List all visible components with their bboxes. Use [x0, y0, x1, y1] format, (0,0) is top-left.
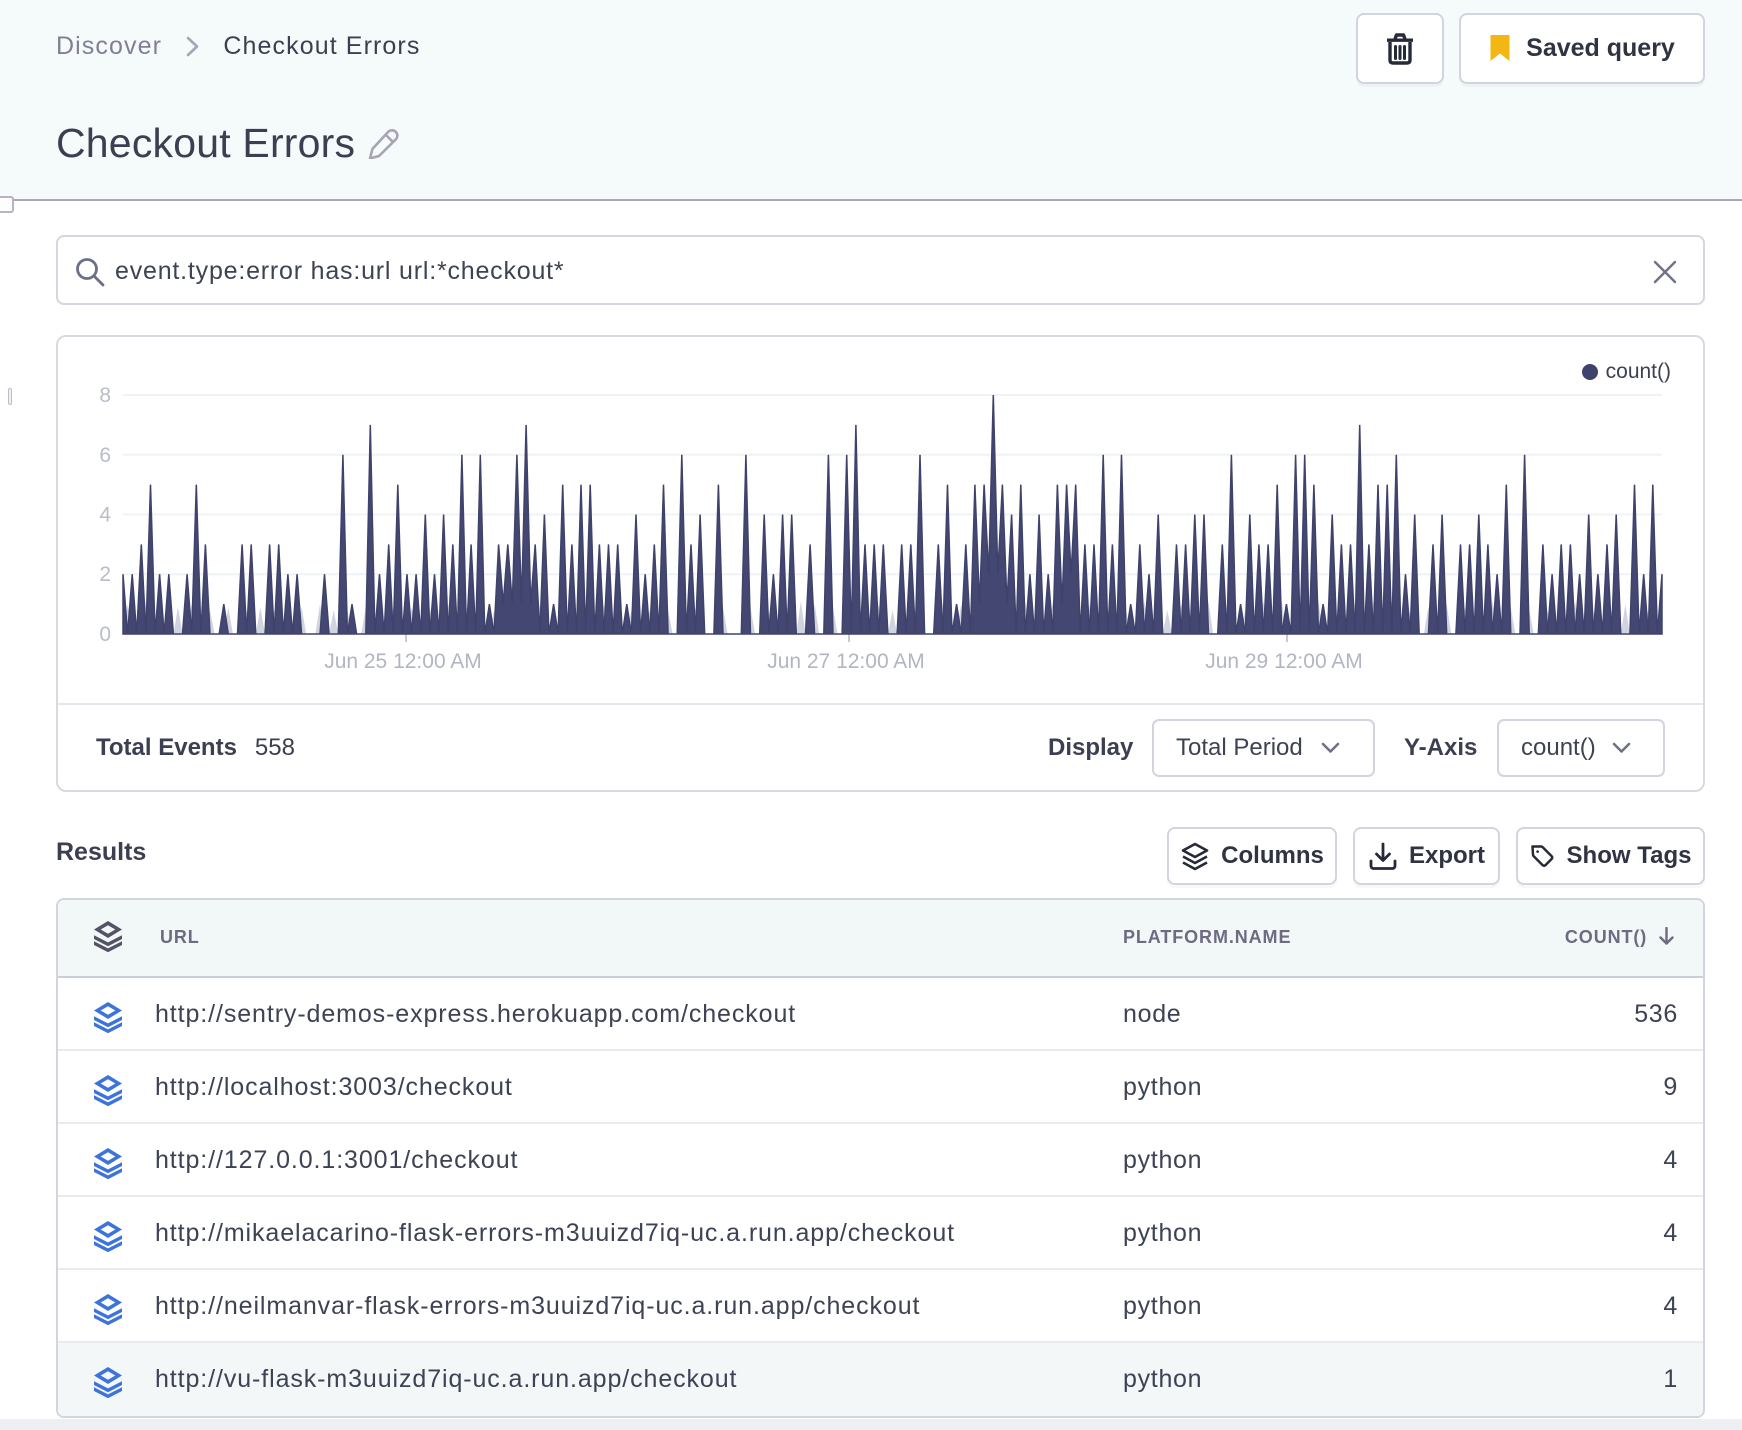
svg-text:2: 2 [99, 563, 111, 586]
svg-text:4: 4 [99, 504, 111, 527]
svg-text:Jun 29 12:00 AM: Jun 29 12:00 AM [1205, 650, 1363, 673]
svg-text:8: 8 [99, 384, 111, 407]
svg-text:Jun 27 12:00 AM: Jun 27 12:00 AM [767, 650, 925, 673]
svg-text:6: 6 [99, 444, 111, 467]
svg-text:0: 0 [99, 623, 111, 646]
svg-text:Jun 25 12:00 AM: Jun 25 12:00 AM [324, 650, 482, 673]
